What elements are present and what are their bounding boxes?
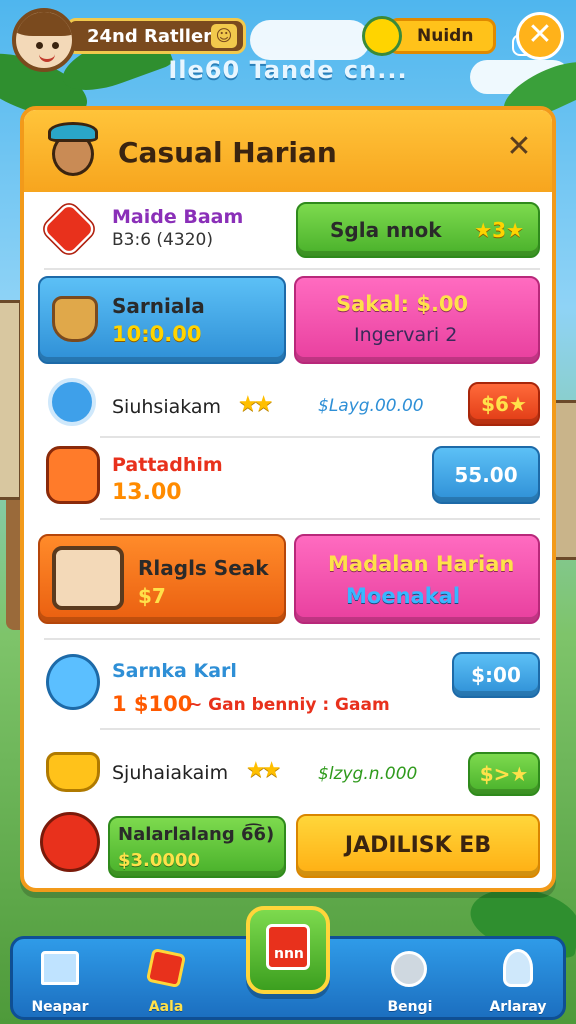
- row6-note: ~ Gan benniy : Gaam: [188, 695, 390, 715]
- subtitle: Ilе60 Tande cn...: [168, 56, 408, 84]
- panel-title: Casual Harian: [118, 136, 337, 169]
- row3-button[interactable]: $6★: [468, 382, 540, 426]
- nav-label: Bengi: [387, 999, 433, 1015]
- nav-items[interactable]: Aala: [121, 943, 211, 1017]
- currency-pill[interactable]: Nuidn: [388, 18, 496, 54]
- row1-button[interactable]: Sgla nnok ★3★: [296, 202, 540, 258]
- row7-title: Sjuhaiakaim: [112, 762, 229, 784]
- smile-badge-icon: ☺: [211, 24, 237, 48]
- badge-five-icon: [40, 200, 98, 258]
- dice-icon: [145, 947, 187, 989]
- nav-home[interactable]: Neapar: [15, 943, 105, 1017]
- character-currency-icon: [362, 16, 402, 56]
- close-icon[interactable]: ✕: [516, 12, 564, 60]
- row1-button-badge: ★3★: [474, 218, 524, 242]
- character-portrait-icon: [52, 546, 124, 610]
- nav-label: Aala: [148, 999, 184, 1015]
- row2-right-card[interactable]: Sakal: $.00 Ingervari 2: [294, 276, 540, 364]
- character-blue-hair-icon: [46, 654, 100, 710]
- row6-value: 1 $100: [112, 692, 193, 716]
- row7-button[interactable]: $>★: [468, 752, 540, 796]
- row3-stars: ★★: [238, 392, 274, 417]
- divider: [44, 268, 540, 270]
- row2-left-value: 10:0.00: [112, 322, 202, 346]
- divider: [44, 638, 540, 640]
- gear-icon: [391, 951, 427, 987]
- row6-button[interactable]: $:00: [452, 652, 540, 698]
- home-icon: [41, 951, 79, 985]
- row5-right-title: Madalan Harian: [328, 552, 515, 576]
- player-name-pill[interactable]: 24nd Ratllen ☺: [66, 18, 246, 54]
- row7-stars: ★★: [246, 758, 282, 783]
- close-icon[interactable]: ✕: [504, 132, 534, 162]
- row8-left-title: Nalarlalang 6͡6): [118, 824, 275, 845]
- row5-left-title: Rlagls Seak: [138, 556, 269, 580]
- crown-icon: [46, 752, 100, 792]
- person-icon: [503, 949, 533, 987]
- row1-title: Maide Baam: [112, 206, 244, 228]
- row5-right-card[interactable]: Madalan Harian Moenakal: [294, 534, 540, 624]
- row5-left-value: $7: [138, 584, 166, 608]
- row5-right-sub: Moenakal: [346, 584, 461, 608]
- row4-title: Pattadhim: [112, 454, 223, 476]
- row8-left-card[interactable]: Nalarlalang 6͡6) $3.0000: [108, 816, 286, 878]
- nav-center-shop[interactable]: nnn: [246, 906, 330, 994]
- character-red-icon: [40, 812, 100, 872]
- row1-sub: B3:6 (4320): [112, 230, 213, 250]
- nav-label: Arlaray: [489, 999, 547, 1015]
- row8-main-button[interactable]: JADILISK EB: [296, 814, 540, 878]
- row2-left-title: Sarniala: [112, 294, 205, 318]
- currency-label: Nuidn: [417, 26, 474, 46]
- character-glasses-icon: [46, 446, 100, 504]
- row2-left-card[interactable]: Sarniala 10:0.00: [38, 276, 286, 364]
- divider: [100, 518, 540, 520]
- basket-icon: [52, 296, 98, 342]
- panel-header: Casual Harian ✕: [24, 110, 552, 192]
- row8-left-value: $3.0000: [118, 850, 200, 871]
- row6-title: Sarnka Karl: [112, 660, 237, 682]
- row5-left-card[interactable]: Rlagls Seak $7: [38, 534, 286, 624]
- row4-button[interactable]: 55.00: [432, 446, 540, 504]
- row2-right-sub: Ingervari 2: [354, 324, 458, 346]
- character-avatar-icon: [46, 118, 102, 186]
- compass-icon: [48, 378, 96, 426]
- nav-settings[interactable]: Bengi: [365, 943, 455, 1017]
- house: [0, 300, 22, 500]
- row3-price: $Layg.00.00: [318, 396, 424, 416]
- nav-center-label: nnn: [274, 946, 304, 962]
- nav-profile[interactable]: Arlaray: [473, 943, 563, 1017]
- row3-title: Siuhsiakam: [112, 396, 222, 418]
- row4-value: 13.00: [112, 480, 182, 505]
- row7-price: $lzyg.n.000: [318, 764, 418, 784]
- daily-panel: Casual Harian ✕ Maide Baam B3:6 (4320) S…: [20, 106, 556, 892]
- top-bar: 24nd Ratllen ☺ Nuidn ✕: [0, 6, 576, 72]
- player-name: 24nd Ratllen: [87, 26, 216, 47]
- row1-button-label: Sgla nnok: [330, 218, 442, 242]
- divider: [100, 436, 540, 438]
- divider: [100, 728, 540, 730]
- row2-right-title: Sakal: $.00: [336, 292, 469, 316]
- nav-label: Neapar: [31, 999, 89, 1015]
